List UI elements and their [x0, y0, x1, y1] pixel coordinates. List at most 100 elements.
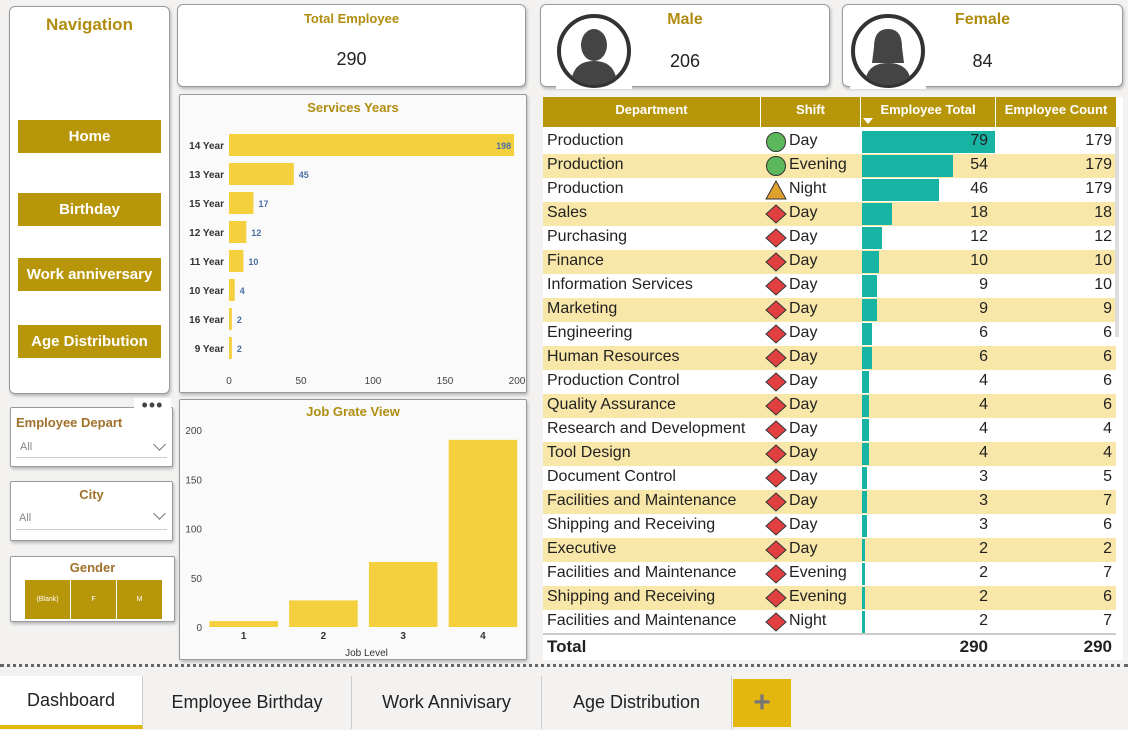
status-circle-icon: [766, 156, 786, 176]
status-diamond-icon: [765, 348, 787, 368]
table-row[interactable]: Facilities and Maintenance Night 2 7: [543, 610, 1116, 633]
bar: [229, 134, 515, 156]
divider: [16, 457, 167, 458]
gender-option-blank[interactable]: (Blank): [25, 580, 71, 619]
work-anniversary-button[interactable]: Work anniversary: [18, 258, 161, 291]
table-row[interactable]: Human Resources Day 6 6: [543, 346, 1116, 370]
cell-employee-count: 6: [1103, 516, 1112, 533]
header-employee-total[interactable]: Employee Total: [861, 97, 996, 127]
table-row[interactable]: Production Evening 54 179: [543, 154, 1116, 178]
cell-employee-total: 54: [970, 156, 988, 173]
services-years-chart: Services Years 14 Year 198 13 Year 45 15 Yea…: [179, 94, 527, 393]
chevron-down-icon[interactable]: [153, 438, 166, 451]
table-row[interactable]: Production Day 79 179: [543, 130, 1116, 154]
table-row[interactable]: Tool Design Day 4 4: [543, 442, 1116, 466]
x-tick-label: 200: [509, 376, 526, 387]
department-slicer-value[interactable]: All: [20, 441, 32, 453]
data-label: 45: [299, 170, 309, 180]
data-bar: [862, 467, 868, 489]
data-bar: [862, 203, 893, 225]
bar: [448, 439, 518, 627]
navigation-panel: Navigation Home Birthday Work anniversar…: [9, 6, 170, 394]
table-body: Production Day 79 179 Production Evening 54 179…: [543, 130, 1116, 633]
navigation-title: Navigation: [46, 15, 133, 34]
table-row[interactable]: Marketing Day 9 9: [543, 298, 1116, 322]
table-row[interactable]: Information Services Day 9 10: [543, 274, 1116, 298]
cell-employee-count: 9: [1103, 300, 1112, 317]
job-chart-svg: 0 50 100 150 200 1 2 3 4 Job Level: [185, 426, 518, 659]
table-row[interactable]: Shipping and Receiving Evening 2 6: [543, 586, 1116, 610]
header-employee-count[interactable]: Employee Count: [996, 97, 1116, 127]
status-diamond-icon: [765, 252, 787, 272]
cell-employee-total: 6: [979, 324, 988, 341]
data-bar: [862, 347, 873, 369]
data-label: 12: [251, 228, 261, 238]
table-row[interactable]: Production Control Day 4 6: [543, 370, 1116, 394]
table-row[interactable]: Production Night 46 179: [543, 178, 1116, 202]
home-button[interactable]: Home: [18, 120, 161, 153]
table-row[interactable]: Executive Day 2 2: [543, 538, 1116, 562]
category-label: 16 Year: [189, 315, 224, 326]
cell-employee-count: 6: [1103, 372, 1112, 389]
status-diamond-icon: [765, 588, 787, 608]
table-row[interactable]: Facilities and Maintenance Evening 2 7: [543, 562, 1116, 586]
y-tick-label: 150: [185, 475, 202, 486]
cell-shift: Night: [789, 180, 827, 197]
data-bar: [862, 563, 866, 585]
services-chart-svg: 14 Year 198 13 Year 45 15 Year 17 12 Year 12 11 …: [189, 134, 526, 387]
sort-desc-icon[interactable]: [863, 118, 873, 124]
city-slicer-value[interactable]: All: [19, 512, 31, 524]
data-bar: [862, 491, 868, 513]
tab-work-annivisary[interactable]: Work Annivisary: [352, 676, 542, 729]
status-diamond-icon: [765, 516, 787, 536]
cell-shift: Day: [789, 276, 818, 293]
data-bar: [862, 155, 953, 177]
cell-department: Engineering: [547, 324, 633, 341]
header-shift[interactable]: Shift: [761, 97, 861, 127]
table-row[interactable]: Quality Assurance Day 4 6: [543, 394, 1116, 418]
gender-slicer-title: Gender: [69, 560, 116, 575]
table-row[interactable]: Document Control Day 3 5: [543, 466, 1116, 490]
tab-dashboard[interactable]: Dashboard: [0, 676, 143, 729]
bar: [229, 308, 232, 330]
table-row[interactable]: Purchasing Day 12 12: [543, 226, 1116, 250]
x-tick-label: 150: [437, 376, 454, 387]
category-label: 14 Year: [189, 141, 224, 152]
y-tick-label: 100: [185, 525, 202, 536]
more-options-icon[interactable]: •••: [134, 396, 171, 422]
cell-employee-count: 10: [1094, 252, 1112, 269]
cell-shift: Evening: [789, 564, 847, 581]
chevron-down-icon[interactable]: [153, 507, 166, 520]
table-row[interactable]: Engineering Day 6 6: [543, 322, 1116, 346]
gender-option-m[interactable]: M: [117, 580, 162, 619]
male-card: Male 206: [540, 4, 830, 89]
tab-employee-birthday[interactable]: Employee Birthday: [143, 676, 352, 729]
age-distribution-button[interactable]: Age Distribution: [18, 325, 161, 358]
add-page-button[interactable]: +: [733, 679, 791, 727]
table-row[interactable]: Sales Day 18 18: [543, 202, 1116, 226]
bar: [229, 221, 247, 243]
cell-department: Finance: [547, 252, 604, 269]
data-label: 17: [258, 199, 268, 209]
cell-employee-total: 4: [979, 444, 988, 461]
cell-employee-count: 6: [1103, 588, 1112, 605]
table-row[interactable]: Facilities and Maintenance Day 3 7: [543, 490, 1116, 514]
department-slicer-title: Employee Depart: [16, 415, 123, 430]
cell-employee-count: 7: [1103, 612, 1112, 629]
status-diamond-icon: [765, 612, 787, 632]
gender-option-f[interactable]: F: [71, 580, 117, 619]
table-scrollbar[interactable]: [1115, 127, 1119, 337]
x-tick-label: 1: [241, 631, 247, 642]
tab-age-distribution[interactable]: Age Distribution: [542, 676, 732, 729]
table-row[interactable]: Finance Day 10 10: [543, 250, 1116, 274]
birthday-button[interactable]: Birthday: [18, 193, 161, 226]
male-title: Male: [667, 11, 703, 28]
header-department[interactable]: Department: [543, 97, 761, 127]
status-diamond-icon: [765, 396, 787, 416]
table-row[interactable]: Shipping and Receiving Day 3 6: [543, 514, 1116, 538]
cell-employee-count: 6: [1103, 396, 1112, 413]
status-diamond-icon: [765, 564, 787, 584]
city-slicer[interactable]: City All: [10, 481, 173, 541]
female-title: Female: [954, 11, 1011, 28]
table-row[interactable]: Research and Development Day 4 4: [543, 418, 1116, 442]
